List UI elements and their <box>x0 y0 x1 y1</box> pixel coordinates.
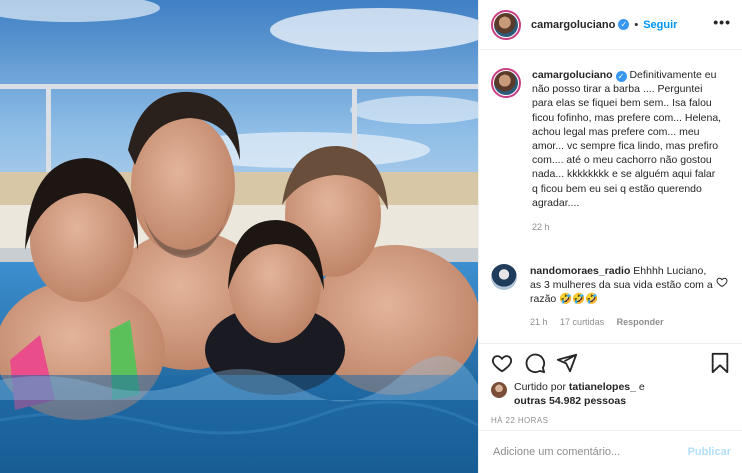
comment-like-heart-icon[interactable] <box>716 276 728 288</box>
post-header: camargoluciano ✓ • Seguir ••• <box>479 0 742 50</box>
comment-icon[interactable] <box>524 352 546 374</box>
comment-input[interactable] <box>493 446 688 458</box>
commenter-username[interactable]: nandomoraes_radio <box>530 265 630 277</box>
follow-button[interactable]: Seguir <box>643 19 677 31</box>
author-avatar[interactable] <box>491 68 521 98</box>
share-icon[interactable] <box>556 352 578 374</box>
commenter-avatar[interactable] <box>491 264 517 290</box>
publish-button[interactable]: Publicar <box>688 446 731 458</box>
instagram-post-view: camargoluciano ✓ • Seguir ••• camargoluc… <box>0 0 742 473</box>
post-timestamp[interactable]: HÁ 22 HORAS <box>491 416 548 425</box>
reply-button[interactable]: Responder <box>617 317 664 327</box>
caption-username[interactable]: camargoluciano <box>532 69 613 81</box>
author-avatar[interactable] <box>491 9 521 40</box>
liker-avatar[interactable] <box>491 382 507 398</box>
likes-text: Curtido por tatianelopes_ e outras 54.98… <box>514 381 645 407</box>
liker-username[interactable]: tatianelopes_ <box>569 381 636 393</box>
comment-age[interactable]: 21 h <box>530 317 548 327</box>
author-username[interactable]: camargoluciano <box>531 19 615 31</box>
likes-count[interactable]: outras 54.982 pessoas <box>514 395 626 407</box>
bookmark-icon[interactable] <box>709 352 731 374</box>
caption-item: camargoluciano ✓ Definitivamente eu não p… <box>491 68 722 234</box>
caption-text: Definitivamente eu não posso tirar a bar… <box>532 69 722 209</box>
comment-likes[interactable]: 17 curtidas <box>560 317 604 327</box>
post-photo[interactable] <box>0 0 478 473</box>
comment-body: nandomoraes_radio Ehhhh Luciano, as 3 mu… <box>530 264 716 329</box>
add-comment-bar: Publicar <box>479 430 742 473</box>
comments-list[interactable]: camargoluciano ✓ Definitivamente eu não p… <box>479 50 742 343</box>
comment-meta: 21 h 17 curtidas Responder <box>530 315 716 329</box>
separator-dot: • <box>634 18 639 31</box>
comment-item: nandomoraes_radio Ehhhh Luciano, as 3 mu… <box>491 264 716 329</box>
verified-icon: ✓ <box>615 71 627 82</box>
heart-icon[interactable] <box>491 352 513 374</box>
caption-age[interactable]: 22 h <box>532 222 550 232</box>
verified-icon: ✓ <box>618 19 630 30</box>
likes-summary: Curtido por tatianelopes_ e outras 54.98… <box>491 380 645 408</box>
caption-meta: 22 h <box>532 220 722 234</box>
post-side-panel: camargoluciano ✓ • Seguir ••• camargoluc… <box>478 0 742 473</box>
more-icon[interactable]: ••• <box>713 14 731 30</box>
action-icons <box>491 352 731 376</box>
caption-body: camargoluciano ✓ Definitivamente eu não p… <box>532 68 722 234</box>
family-pool-photo <box>0 0 478 473</box>
